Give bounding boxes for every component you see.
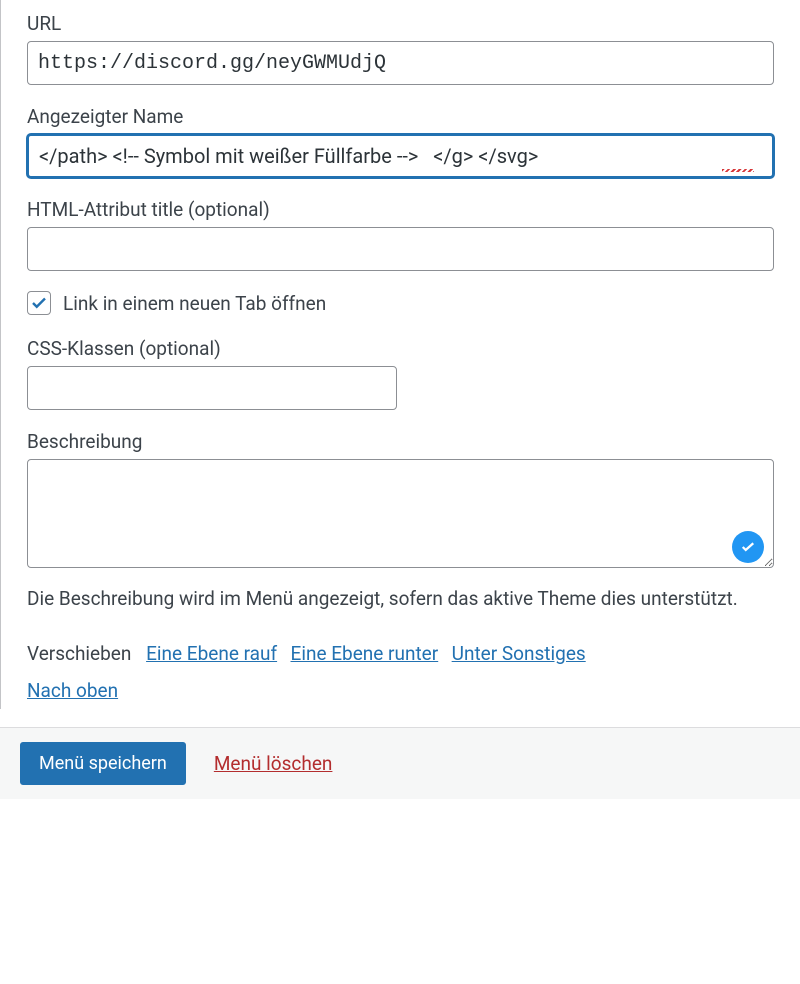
move-label: Verschieben (27, 642, 131, 665)
grammar-check-badge[interactable] (732, 531, 764, 563)
save-menu-button[interactable]: Menü speichern (20, 742, 186, 785)
new-tab-label: Link in einem neuen Tab öffnen (63, 292, 326, 315)
move-up-link[interactable]: Eine Ebene rauf (146, 642, 277, 665)
new-tab-row: Link in einem neuen Tab öffnen (27, 291, 774, 315)
url-field: URL (27, 12, 774, 85)
footer-bar: Menü speichern Menü löschen (0, 727, 800, 799)
css-classes-field: CSS-Klassen (optional) (27, 337, 774, 410)
move-controls: Verschieben Eine Ebene rauf Eine Ebene r… (27, 635, 774, 709)
spellcheck-indicator (722, 169, 754, 172)
title-attr-input[interactable] (27, 227, 774, 271)
css-classes-label: CSS-Klassen (optional) (27, 337, 774, 360)
description-field: Beschreibung Die Beschreibung wird im Me… (27, 430, 774, 615)
title-attr-field: HTML-Attribut title (optional) (27, 198, 774, 271)
new-tab-checkbox[interactable] (27, 291, 51, 315)
display-name-input[interactable] (27, 134, 774, 178)
title-attr-label: HTML-Attribut title (optional) (27, 198, 774, 221)
menu-item-settings-panel: URL Angezeigter Name HTML-Attribut title… (0, 0, 800, 709)
delete-menu-link[interactable]: Menü löschen (214, 752, 333, 775)
description-textarea[interactable] (27, 459, 774, 568)
display-name-field: Angezeigter Name (27, 105, 774, 178)
description-label: Beschreibung (27, 430, 774, 453)
checkmark-icon (30, 294, 48, 312)
move-under-link[interactable]: Unter Sonstiges (452, 642, 586, 665)
display-name-label: Angezeigter Name (27, 105, 774, 128)
url-label: URL (27, 12, 774, 35)
description-help-text: Die Beschreibung wird im Menü angezeigt,… (27, 583, 774, 615)
move-down-link[interactable]: Eine Ebene runter (291, 642, 439, 665)
css-classes-input[interactable] (27, 366, 397, 410)
move-top-link[interactable]: Nach oben (27, 679, 118, 702)
url-input[interactable] (27, 41, 774, 85)
checkmark-icon (739, 538, 757, 556)
